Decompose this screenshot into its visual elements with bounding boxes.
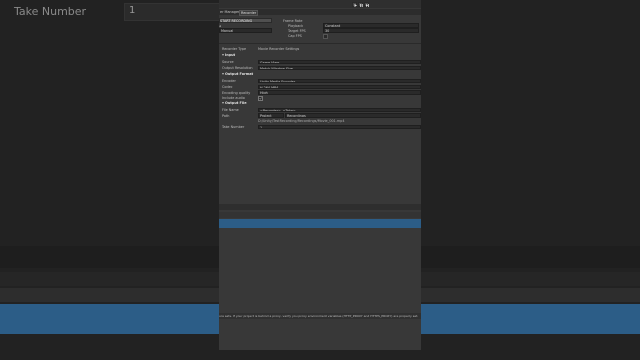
frame-rate-label: Frame Rate (283, 18, 303, 23)
status-message: ure sets. If your project is behind a pr… (219, 314, 419, 318)
path-folder-input[interactable]: Recordings (285, 113, 421, 118)
mode-dropdown[interactable]: Manual (219, 28, 272, 33)
path-dropdown[interactable]: Project (258, 113, 284, 118)
include-audio-checkbox[interactable] (258, 96, 263, 101)
divider (219, 43, 421, 44)
source-dropdown[interactable]: Game View (258, 59, 421, 64)
include-audio-label: Include audio (222, 96, 245, 100)
output-format-section[interactable]: Output Format (222, 72, 253, 76)
recorder-type-label: Recorder Type (222, 46, 247, 51)
encoding-quality-dropdown[interactable]: High (258, 90, 421, 95)
arrow-mark: ◂ (219, 23, 221, 28)
source-label: Source (222, 60, 234, 64)
codec-dropdown[interactable]: H.264 MP4 (258, 84, 421, 89)
toolbar (219, 0, 421, 8)
output-resolution-label: Output Resolution (222, 66, 253, 70)
bg-take-number-value: 1 (129, 5, 136, 16)
encoding-quality-label: Encoding quality (222, 90, 251, 95)
full-path-text: D:/Unity/TestRecording/Recordings/Movie_… (258, 118, 345, 123)
playback-dropdown[interactable]: Constant (323, 23, 419, 28)
playback-label: Playback (288, 23, 304, 28)
tab-manager[interactable]: er Manager (219, 10, 240, 14)
target-fps-dropdown[interactable]: 30 (323, 28, 419, 33)
encoder-dropdown[interactable]: Unity Media Encoder (258, 78, 421, 83)
cap-fps-checkbox[interactable] (323, 33, 328, 39)
selected-row[interactable] (219, 219, 421, 228)
output-resolution-dropdown[interactable]: Match Window Size (258, 65, 421, 70)
bg-take-number-field (124, 3, 220, 21)
cap-fps-label: Cap FPS (288, 33, 302, 38)
lower-toolbar (219, 204, 421, 210)
lower-row (219, 212, 421, 218)
recorder-type-value: Movie Recorder Settings (258, 46, 300, 51)
checkmark-icon (259, 97, 262, 100)
bg-take-number-label: Take Number (14, 5, 87, 18)
output-file-section[interactable]: Output File (222, 101, 247, 105)
input-section[interactable]: Input (222, 53, 235, 57)
play-button[interactable] (352, 1, 357, 7)
step-button[interactable] (364, 1, 369, 7)
target-fps-label: Target FPS (288, 28, 306, 33)
recorder-window: er Manager Recorder START RECORDING Fram… (219, 0, 421, 350)
file-name-input[interactable]: <Recorder>_<Take> (258, 107, 421, 112)
take-number-label: Take Number (222, 125, 245, 129)
codec-label: Codec (222, 85, 233, 89)
tab-recorder[interactable]: Recorder (239, 9, 259, 16)
file-name-label: File Name (222, 108, 239, 112)
start-recording-label: START RECORDING (220, 18, 253, 23)
take-number-input[interactable]: 1 (258, 124, 421, 129)
encoder-label: Encoder (222, 79, 236, 83)
step-icon (366, 3, 369, 7)
path-label: Path (222, 113, 230, 118)
pause-button[interactable] (358, 1, 363, 7)
